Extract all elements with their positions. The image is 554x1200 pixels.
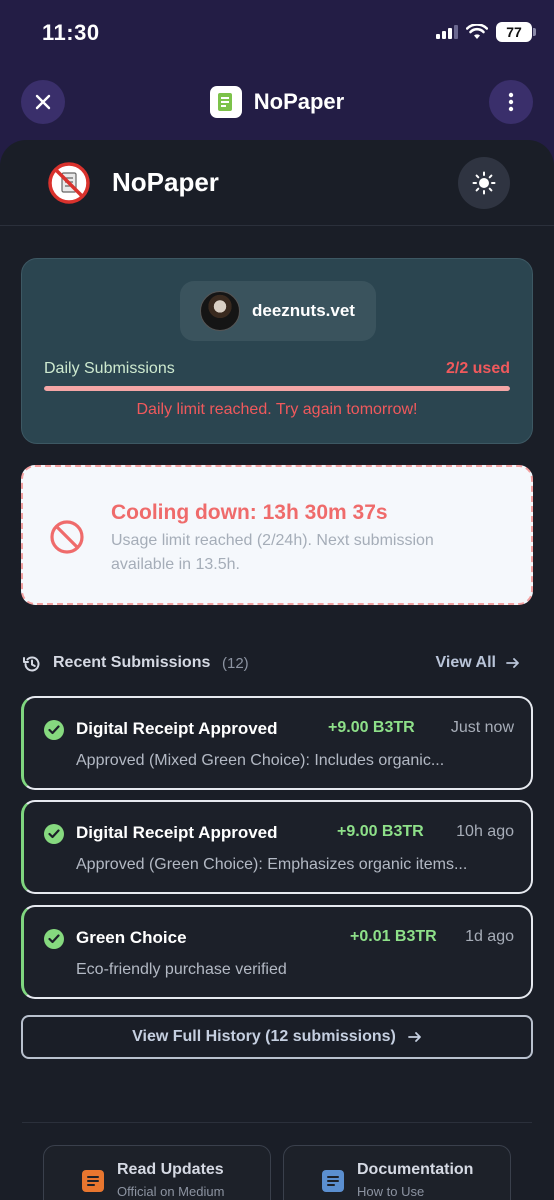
submission-description: Approved (Mixed Green Choice): Includes … bbox=[76, 752, 445, 769]
view-full-history-label: View Full History (12 submissions) bbox=[132, 1028, 396, 1045]
submission-card[interactable]: Green Choice +0.01 B3TR 1d ago Eco-frien… bbox=[21, 905, 533, 999]
history-icon bbox=[23, 656, 40, 672]
view-full-history-button[interactable]: View Full History (12 submissions) bbox=[21, 1015, 533, 1059]
daily-usage-progress-fill bbox=[44, 386, 510, 391]
submission-card[interactable]: Digital Receipt Approved +9.00 B3TR 10h … bbox=[21, 800, 533, 894]
arrow-right-icon bbox=[407, 1032, 421, 1042]
username: deeznuts.vet bbox=[252, 301, 355, 320]
app-title: NoPaper bbox=[0, 86, 554, 118]
status-icons: 77 bbox=[436, 22, 536, 42]
arrow-right-icon bbox=[506, 658, 519, 668]
check-circle-icon bbox=[44, 929, 64, 949]
ban-icon bbox=[50, 520, 84, 554]
daily-submissions-label: Daily Submissions bbox=[44, 360, 175, 377]
daily-limit-message: Daily limit reached. Try again tomorrow! bbox=[136, 401, 418, 418]
cellular-signal-icon bbox=[436, 25, 458, 39]
brand-name: NoPaper bbox=[112, 167, 219, 197]
submission-description: Approved (Green Choice): Emphasizes orga… bbox=[76, 856, 468, 873]
cooldown-card: Cooling down: 13h 30m 37s Usage limit re… bbox=[21, 465, 533, 605]
battery-indicator: 77 bbox=[496, 22, 536, 42]
view-all-label: View All bbox=[435, 654, 496, 671]
check-circle-icon bbox=[44, 720, 64, 740]
submission-reward: +9.00 B3TR bbox=[328, 719, 415, 736]
document-icon bbox=[82, 1170, 104, 1192]
link-title: Read Updates bbox=[117, 1161, 224, 1178]
app-title-text: NoPaper bbox=[253, 89, 345, 114]
main-sheet: NoPaper deeznuts.vet Daily Submissions 2… bbox=[0, 140, 554, 1200]
submission-reward: +0.01 B3TR bbox=[350, 928, 437, 945]
more-options-button[interactable] bbox=[489, 80, 533, 124]
page-header: NoPaper bbox=[0, 140, 554, 226]
submission-reward: +9.00 B3TR bbox=[337, 823, 424, 840]
no-paper-icon bbox=[48, 162, 90, 204]
sun-icon bbox=[472, 171, 496, 195]
daily-usage-card: deeznuts.vet Daily Submissions 2/2 used … bbox=[21, 258, 533, 444]
read-updates-link[interactable]: Read Updates Official on Medium bbox=[43, 1145, 271, 1200]
cooldown-title: Cooling down: 13h 30m 37s bbox=[111, 501, 388, 524]
more-vertical-icon bbox=[508, 92, 514, 112]
user-chip[interactable]: deeznuts.vet bbox=[180, 281, 376, 341]
status-bar: 11:30 77 bbox=[0, 0, 554, 64]
view-all-link[interactable]: View All bbox=[436, 654, 520, 672]
documentation-link[interactable]: Documentation How to Use bbox=[283, 1145, 511, 1200]
submission-time: 10h ago bbox=[456, 823, 514, 840]
document-icon bbox=[322, 1170, 344, 1192]
recent-submissions-count: (12) bbox=[222, 655, 249, 672]
cooldown-subtitle: Usage limit reached (2/24h). Next submis… bbox=[111, 532, 434, 573]
link-subtitle: Official on Medium bbox=[117, 1184, 225, 1199]
daily-submissions-used: 2/2 used bbox=[445, 360, 510, 377]
link-subtitle: How to Use bbox=[357, 1184, 425, 1199]
submission-title: Digital Receipt Approved bbox=[76, 823, 278, 842]
recent-submissions-header: Recent Submissions (12) View All bbox=[22, 652, 532, 678]
submission-time: Just now bbox=[450, 719, 514, 736]
submission-time: 1d ago bbox=[465, 928, 514, 945]
check-circle-icon bbox=[44, 824, 64, 844]
submission-card[interactable]: Digital Receipt Approved +9.00 B3TR Just… bbox=[21, 696, 533, 790]
submission-description: Eco-friendly purchase verified bbox=[76, 961, 287, 978]
section-divider bbox=[22, 1122, 532, 1123]
recent-submissions-title: Recent Submissions bbox=[53, 654, 211, 671]
link-title: Documentation bbox=[357, 1161, 474, 1178]
daily-usage-progress-bar bbox=[44, 386, 510, 391]
app-topbar: NoPaper bbox=[0, 78, 554, 128]
theme-toggle-button[interactable] bbox=[458, 157, 510, 209]
submission-title: Digital Receipt Approved bbox=[76, 719, 278, 738]
submission-title: Green Choice bbox=[76, 928, 187, 947]
clock: 11:30 bbox=[42, 20, 100, 45]
wifi-icon bbox=[466, 24, 488, 39]
app-logo-icon bbox=[209, 86, 242, 118]
avatar bbox=[200, 291, 240, 331]
